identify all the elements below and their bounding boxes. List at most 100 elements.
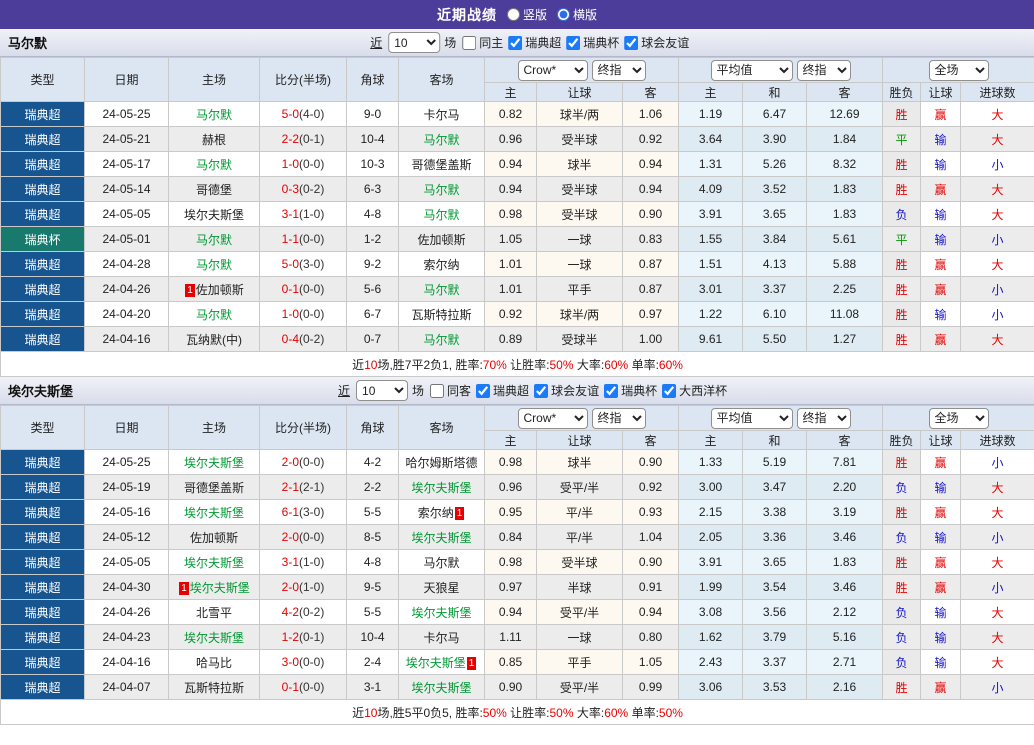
team-name[interactable]: 埃尔夫斯堡: [184, 208, 244, 222]
scope-select[interactable]: 全场: [928, 407, 989, 429]
handicap-home-odds: 0.94: [484, 176, 537, 202]
team-name[interactable]: 埃尔夫斯堡: [184, 506, 244, 520]
team-name[interactable]: 埃尔夫斯堡: [411, 681, 471, 695]
summary-segment: 60%: [658, 357, 683, 372]
team-name[interactable]: 哈马比: [196, 656, 232, 670]
league-filter[interactable]: 瑞典超: [508, 34, 561, 51]
team-name[interactable]: 索尔纳: [423, 258, 459, 272]
horizontal-radio[interactable]: [557, 8, 570, 21]
team-name[interactable]: 马尔默: [196, 233, 232, 247]
sections-container: 马尔默 近 10 场 同主 瑞典超 瑞典杯 球会友谊 类型 日期 主场 比分(半…: [0, 29, 1034, 725]
avg-draw-odds: 5.26: [742, 151, 807, 177]
score-cell: 1-0(0-0): [259, 301, 347, 327]
book-kind-select[interactable]: 终指: [591, 59, 646, 81]
avg-select[interactable]: 平均值: [710, 59, 793, 81]
league-filter[interactable]: 球会友谊: [534, 382, 599, 399]
team-name[interactable]: 马尔默: [423, 556, 459, 570]
team-name[interactable]: 马尔默: [423, 183, 459, 197]
view-option-vertical[interactable]: 竖版: [506, 6, 547, 23]
team-name[interactable]: 埃尔夫斯堡: [411, 531, 471, 545]
league-filter[interactable]: 球会友谊: [624, 34, 689, 51]
team-name[interactable]: 马尔默: [423, 133, 459, 147]
match-count-select[interactable]: 10: [388, 32, 441, 53]
team-name[interactable]: 卡尔马: [423, 108, 459, 122]
team-name[interactable]: 马尔默: [196, 108, 232, 122]
league-checkbox[interactable]: [476, 383, 491, 398]
handicap-result-cell: 赢: [920, 674, 961, 700]
match-row: 瑞典超 24-04-07 瓦斯特拉斯 0-1(0-0) 3-1 埃尔夫斯堡 0.90 受平/半…: [0, 674, 1034, 700]
team-name[interactable]: 佐加顿斯: [417, 233, 465, 247]
league-checkbox[interactable]: [566, 35, 581, 50]
same-venue-checkbox[interactable]: [462, 35, 477, 50]
league-filter[interactable]: 瑞典杯: [566, 34, 619, 51]
team-name[interactable]: 赫根: [202, 133, 226, 147]
handicap-away-odds: 0.94: [622, 599, 679, 625]
avg-draw-odds: 5.19: [742, 449, 807, 475]
book-select[interactable]: Crow*: [517, 407, 588, 429]
team-name[interactable]: 佐加顿斯: [196, 283, 244, 297]
team-name[interactable]: 埃尔夫斯堡: [184, 556, 244, 570]
team-name[interactable]: 瓦纳默(中): [186, 333, 242, 347]
avg-draw-odds: 3.90: [742, 126, 807, 152]
recent-link[interactable]: 近: [370, 34, 382, 51]
book-select[interactable]: Crow*: [517, 59, 588, 81]
avg-kind-select[interactable]: 终指: [796, 407, 851, 429]
league-filter[interactable]: 瑞典杯: [604, 382, 657, 399]
avg-select[interactable]: 平均值: [710, 407, 793, 429]
view-option-horizontal[interactable]: 横版: [557, 6, 597, 23]
goals-result-cell: 大: [959, 176, 1034, 202]
team-name[interactable]: 北雪平: [196, 606, 232, 620]
vertical-radio[interactable]: [506, 8, 520, 21]
summary-segment: 场,胜7平2负1, 胜率:: [377, 357, 483, 372]
team-name[interactable]: 马尔默: [196, 258, 232, 272]
team-name[interactable]: 埃尔夫斯堡: [411, 481, 471, 495]
team-name[interactable]: 佐加顿斯: [190, 531, 238, 545]
league-checkbox[interactable]: [534, 383, 549, 398]
book-kind-select[interactable]: 终指: [591, 407, 646, 429]
avg-away-odds: 8.32: [806, 151, 883, 177]
same-venue-checkbox[interactable]: [430, 383, 445, 398]
match-count-select[interactable]: 10: [356, 380, 409, 401]
score-cell: 3-1(1-0): [259, 201, 347, 227]
handicap-line: 受半球: [536, 176, 623, 202]
team-name[interactable]: 埃尔夫斯堡: [406, 656, 466, 670]
team-name[interactable]: 马尔默: [423, 333, 459, 347]
result-text: 输: [934, 530, 947, 545]
avg-draw-odds: 4.13: [742, 251, 807, 277]
avg-kind-select[interactable]: 终指: [796, 59, 851, 81]
league-filter[interactable]: 大西洋杯: [662, 382, 727, 399]
team-name[interactable]: 天狼星: [423, 581, 459, 595]
league-checkbox[interactable]: [508, 35, 523, 50]
league-filter[interactable]: 瑞典超: [476, 382, 529, 399]
team-name[interactable]: 哈尔姆斯塔德: [405, 456, 477, 470]
same-venue-option[interactable]: 同主: [462, 34, 503, 51]
team-name[interactable]: 埃尔夫斯堡: [411, 606, 471, 620]
team-name[interactable]: 马尔默: [423, 283, 459, 297]
team-name[interactable]: 索尔纳: [418, 506, 454, 520]
team-name[interactable]: 哥德堡盖斯: [411, 158, 471, 172]
goals-result-cell: 大: [959, 624, 1034, 650]
scope-select[interactable]: 全场: [928, 59, 989, 81]
team-name[interactable]: 埃尔夫斯堡: [184, 456, 244, 470]
corner-cell: 8-5: [346, 524, 399, 550]
match-row: 瑞典超 24-05-17 马尔默 1-0(0-0) 10-3 哥德堡盖斯 0.94 球半 0.9…: [0, 151, 1034, 177]
team-name[interactable]: 马尔默: [423, 208, 459, 222]
team-name[interactable]: 埃尔夫斯堡: [184, 631, 244, 645]
team-name[interactable]: 哥德堡: [196, 183, 232, 197]
recent-link[interactable]: 近: [338, 382, 350, 399]
same-venue-option[interactable]: 同客: [430, 382, 471, 399]
team-name[interactable]: 马尔默: [196, 308, 232, 322]
team-name[interactable]: 瓦斯特拉斯: [184, 681, 244, 695]
league-checkbox[interactable]: [662, 383, 677, 398]
league-checkbox[interactable]: [604, 383, 619, 398]
score-cell: 2-0(0-0): [259, 524, 347, 550]
league-checkbox[interactable]: [624, 35, 639, 50]
team-name[interactable]: 哥德堡盖斯: [184, 481, 244, 495]
team-name[interactable]: 马尔默: [196, 158, 232, 172]
avg-draw-odds: 3.37: [742, 276, 807, 302]
team-name[interactable]: 埃尔夫斯堡: [190, 581, 250, 595]
away-team-cell: 埃尔夫斯堡 1: [398, 649, 485, 675]
team-name[interactable]: 瓦斯特拉斯: [411, 308, 471, 322]
team-name[interactable]: 卡尔马: [423, 631, 459, 645]
goals-result-cell: 大: [959, 126, 1034, 152]
